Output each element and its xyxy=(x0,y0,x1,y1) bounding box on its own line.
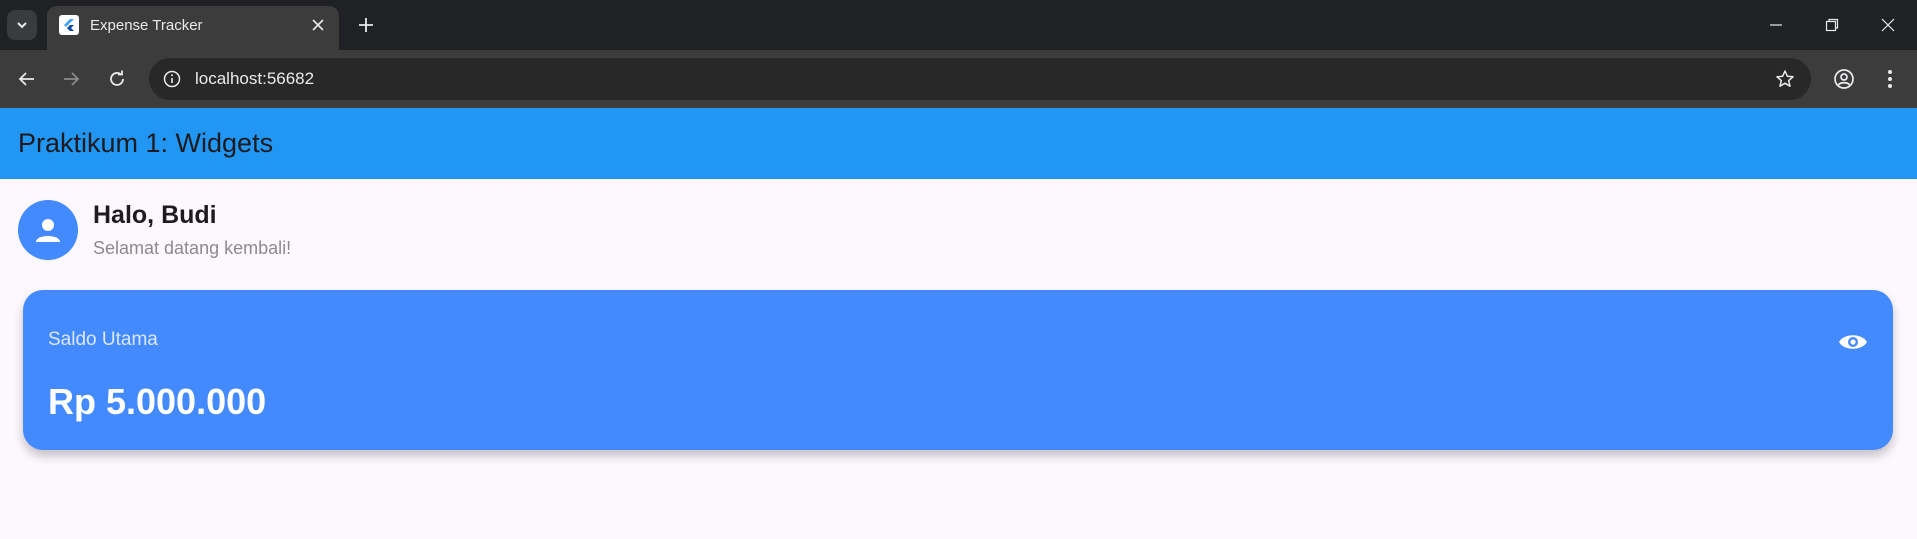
back-button[interactable] xyxy=(12,64,42,94)
more-vert-icon xyxy=(1888,70,1892,88)
forward-button[interactable] xyxy=(56,64,86,94)
new-tab-button[interactable] xyxy=(351,10,381,40)
browser-toolbar: localhost:56682 xyxy=(0,50,1917,108)
minimize-icon xyxy=(1770,24,1782,26)
minimize-button[interactable] xyxy=(1748,0,1804,50)
balance-card: Saldo Utama Rp 5.000.000 xyxy=(23,290,1893,450)
toggle-visibility-button[interactable] xyxy=(1837,326,1869,358)
profile-button[interactable] xyxy=(1829,64,1859,94)
greeting-text: Halo, Budi xyxy=(93,201,217,229)
reload-button[interactable] xyxy=(102,64,132,94)
restore-button[interactable] xyxy=(1804,0,1860,50)
site-info-button[interactable] xyxy=(159,66,185,92)
tab-close-button[interactable] xyxy=(307,14,329,36)
app-bar: Praktikum 1: Widgets xyxy=(0,108,1917,179)
page-title: Praktikum 1: Widgets xyxy=(18,128,274,158)
info-icon xyxy=(163,70,181,88)
balance-label: Saldo Utama xyxy=(48,329,158,350)
welcome-subtitle: Selamat datang kembali! xyxy=(93,238,292,258)
star-icon xyxy=(1776,70,1794,87)
arrow-right-icon xyxy=(64,72,80,86)
tab-title: Expense Tracker xyxy=(90,17,203,34)
close-icon xyxy=(1881,18,1895,32)
bookmark-button[interactable] xyxy=(1773,67,1797,91)
account-circle-icon xyxy=(1834,69,1854,89)
arrow-left-icon xyxy=(18,72,34,86)
close-window-button[interactable] xyxy=(1860,0,1916,50)
avatar xyxy=(18,200,78,260)
reload-icon xyxy=(110,70,124,86)
url-text[interactable]: localhost:56682 xyxy=(195,69,314,89)
restore-icon xyxy=(1825,18,1839,32)
address-bar[interactable]: localhost:56682 xyxy=(149,58,1811,100)
eye-icon xyxy=(1839,335,1867,349)
tab-search-button[interactable] xyxy=(7,10,37,40)
browser-tab[interactable]: Expense Tracker xyxy=(47,6,339,50)
chevron-down-icon xyxy=(17,22,27,29)
flutter-icon xyxy=(59,15,79,35)
plus-icon xyxy=(359,18,373,32)
person-icon xyxy=(36,219,60,242)
close-icon xyxy=(312,19,324,31)
browser-tab-strip: Expense Tracker xyxy=(0,0,1917,50)
browser-menu-button[interactable] xyxy=(1875,64,1905,94)
balance-amount: Rp 5.000.000 xyxy=(48,381,267,422)
